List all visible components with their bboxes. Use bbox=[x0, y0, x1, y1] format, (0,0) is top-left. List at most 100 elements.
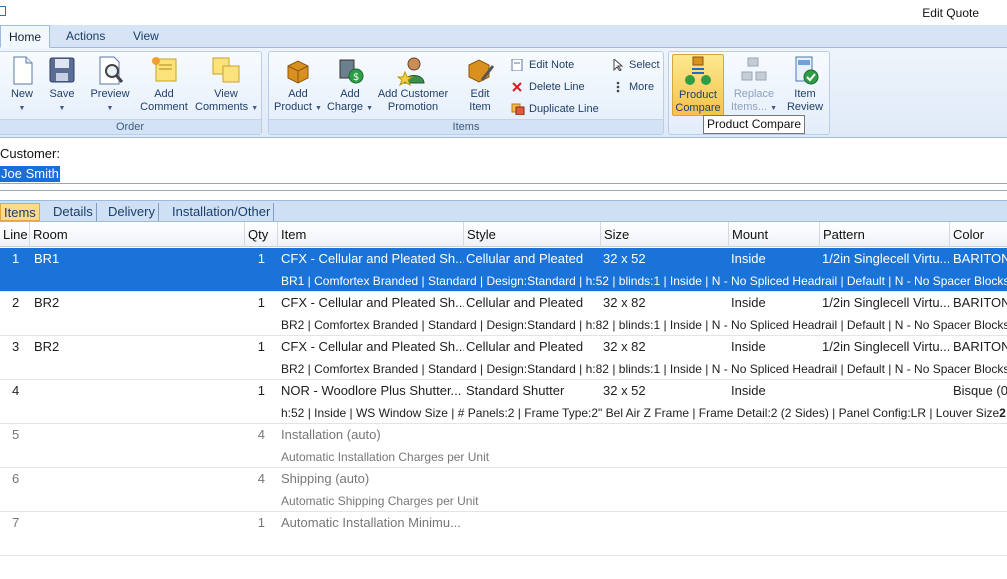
cell-room bbox=[34, 380, 242, 402]
tab-installation-other[interactable]: Installation/Other bbox=[169, 203, 275, 221]
column-header-room[interactable]: Room bbox=[30, 222, 245, 247]
column-header-color[interactable]: Color bbox=[950, 222, 1007, 247]
add-comment-button[interactable]: Add Comment bbox=[139, 54, 189, 114]
cell-pattern bbox=[822, 512, 949, 534]
cell-pattern bbox=[822, 380, 949, 402]
table-row[interactable]: 7 1 Automatic Installation Minimu... bbox=[0, 512, 1007, 556]
cell-mount: Inside bbox=[731, 251, 766, 266]
view-comments-label-2-text: Comments bbox=[195, 101, 249, 113]
preview-label: Preview bbox=[90, 88, 130, 100]
cell-detail: BR2 | Comfortex Branded | Standard | Des… bbox=[281, 314, 1007, 336]
cell-detail: Automatic Installation Charges per Unit bbox=[281, 446, 1007, 468]
item-review-label-2: Review bbox=[786, 101, 824, 113]
add-charge-button[interactable]: $ Add Charge ▼ bbox=[326, 54, 374, 115]
replace-items-icon bbox=[738, 54, 770, 86]
cell-item: CFX - Cellular and Pleated Sh... bbox=[281, 251, 464, 266]
divider bbox=[0, 190, 1007, 191]
edit-item-label-1: Edit bbox=[470, 88, 490, 100]
column-header-size[interactable]: Size bbox=[601, 222, 729, 247]
new-label: New bbox=[10, 88, 33, 100]
cell-qty: 1 bbox=[257, 339, 265, 354]
print-preview-icon bbox=[94, 54, 126, 86]
edit-item-button[interactable]: Edit Item bbox=[457, 54, 503, 114]
cell-room bbox=[34, 468, 242, 490]
chevron-down-icon: ▼ bbox=[770, 105, 778, 112]
view-comments-icon bbox=[210, 54, 242, 86]
cell-line: 5 bbox=[12, 427, 20, 442]
cell-mount: Inside bbox=[731, 383, 766, 398]
add-comment-icon bbox=[148, 54, 180, 86]
cell-item: Shipping (auto) bbox=[281, 471, 370, 486]
replace-items-button[interactable]: Replace Items... ▼ bbox=[727, 54, 781, 115]
add-charge-icon: $ bbox=[334, 54, 366, 86]
cell-pattern: 1/2in Singlecell Virtu... bbox=[822, 295, 949, 310]
cell-pattern bbox=[822, 424, 949, 446]
view-comments-label-1: View bbox=[214, 88, 238, 100]
edit-note-button[interactable]: Edit Note bbox=[509, 56, 574, 74]
cell-line: 6 bbox=[12, 471, 20, 486]
column-header-line[interactable]: Line bbox=[0, 222, 30, 247]
cell-mount: Inside bbox=[731, 295, 766, 310]
tab-delivery[interactable]: Delivery bbox=[105, 203, 159, 221]
chevron-down-icon: ▼ bbox=[106, 105, 114, 112]
preview-button[interactable]: Preview ▼ bbox=[89, 54, 131, 115]
column-header-mount[interactable]: Mount bbox=[729, 222, 820, 247]
tab-view[interactable]: View bbox=[125, 25, 167, 48]
column-header-item[interactable]: Item bbox=[278, 222, 464, 247]
add-charge-label-2: Charge ▼ bbox=[326, 101, 374, 115]
view-comments-button[interactable]: View Comments ▼ bbox=[195, 54, 258, 115]
cell-size: 32 x 82 bbox=[603, 295, 646, 310]
add-comment-label-1: Add bbox=[154, 88, 174, 100]
column-header-style[interactable]: Style bbox=[464, 222, 601, 247]
add-product-label-2-text: Product bbox=[274, 101, 312, 113]
table-row[interactable]: 3 BR2 1 CFX - Cellular and Pleated Sh... Cel… bbox=[0, 336, 1007, 380]
cell-color: BARITONE bbox=[953, 295, 1007, 310]
cell-detail: Automatic Shipping Charges per Unit bbox=[281, 490, 1007, 512]
cell-qty: 1 bbox=[257, 383, 265, 398]
product-compare-button[interactable]: Product Compare bbox=[672, 54, 724, 116]
items-group: Add Product ▼ $ Add Charge ▼ Add Custome… bbox=[268, 51, 664, 135]
table-row[interactable]: 2 BR2 1 CFX - Cellular and Pleated Sh... Cel… bbox=[0, 292, 1007, 336]
cell-qty: 4 bbox=[257, 471, 265, 486]
save-button[interactable]: Save ▼ bbox=[43, 54, 81, 115]
tab-details[interactable]: Details bbox=[50, 203, 97, 221]
cell-size: 32 x 82 bbox=[603, 339, 646, 354]
cell-style bbox=[466, 512, 600, 534]
item-review-label-1: Item bbox=[794, 88, 816, 100]
detail-text: BR2 | Comfortex Branded | Standard | Des… bbox=[281, 362, 1007, 376]
table-row[interactable]: 4 1 NOR - Woodlore Plus Shutter... Standard… bbox=[0, 380, 1007, 424]
more-button[interactable]: More bbox=[609, 78, 654, 96]
delete-line-button[interactable]: Delete Line bbox=[509, 78, 585, 96]
cell-line: 4 bbox=[12, 383, 20, 398]
new-button[interactable]: New ▼ bbox=[3, 54, 41, 115]
add-comment-label-2: Comment bbox=[140, 101, 188, 113]
tab-home[interactable]: Home bbox=[0, 25, 51, 48]
tab-items[interactable]: Items bbox=[0, 203, 40, 221]
save-label: Save bbox=[49, 88, 75, 100]
table-row[interactable]: 6 4 Shipping (auto) Automatic Shipping Char… bbox=[0, 468, 1007, 512]
column-header-qty[interactable]: Qty bbox=[245, 222, 278, 247]
view-comments-label-2: Comments ▼ bbox=[195, 101, 258, 115]
customer-label: Customer: bbox=[0, 146, 60, 161]
cell-detail: BR1 | Comfortex Branded | Standard | Des… bbox=[281, 270, 1007, 292]
chevron-down-icon: ▼ bbox=[18, 105, 26, 112]
cell-mount bbox=[731, 512, 819, 534]
column-header-pattern[interactable]: Pattern bbox=[820, 222, 950, 247]
add-customer-promotion-button[interactable]: Add Customer Promotion bbox=[375, 54, 451, 114]
cell-size bbox=[603, 468, 727, 490]
cell-room: BR1 bbox=[34, 251, 60, 266]
select-button[interactable]: Select bbox=[609, 56, 660, 74]
table-row[interactable]: 1 BR1 1 CFX - Cellular and Pleated Sh... Cel… bbox=[0, 248, 1007, 292]
table-row[interactable]: 5 4 Installation (auto) Automatic Installat… bbox=[0, 424, 1007, 468]
cell-item: CFX - Cellular and Pleated Sh... bbox=[281, 295, 464, 310]
add-product-button[interactable]: Add Product ▼ bbox=[271, 54, 325, 115]
tab-actions[interactable]: Actions bbox=[58, 25, 113, 48]
customer-field[interactable]: Joe Smith bbox=[0, 164, 1007, 184]
cell-mount bbox=[731, 424, 819, 446]
item-review-button[interactable]: Item Review bbox=[783, 54, 827, 114]
cell-detail: h:52 | Inside | WS Window Size | # Panel… bbox=[281, 402, 1007, 424]
cell-item: Automatic Installation Minimu... bbox=[281, 515, 461, 530]
cell-line: 3 bbox=[12, 339, 20, 354]
replace-items-label-2-text: Items... bbox=[730, 101, 768, 113]
duplicate-line-button[interactable]: Duplicate Line bbox=[509, 100, 599, 118]
